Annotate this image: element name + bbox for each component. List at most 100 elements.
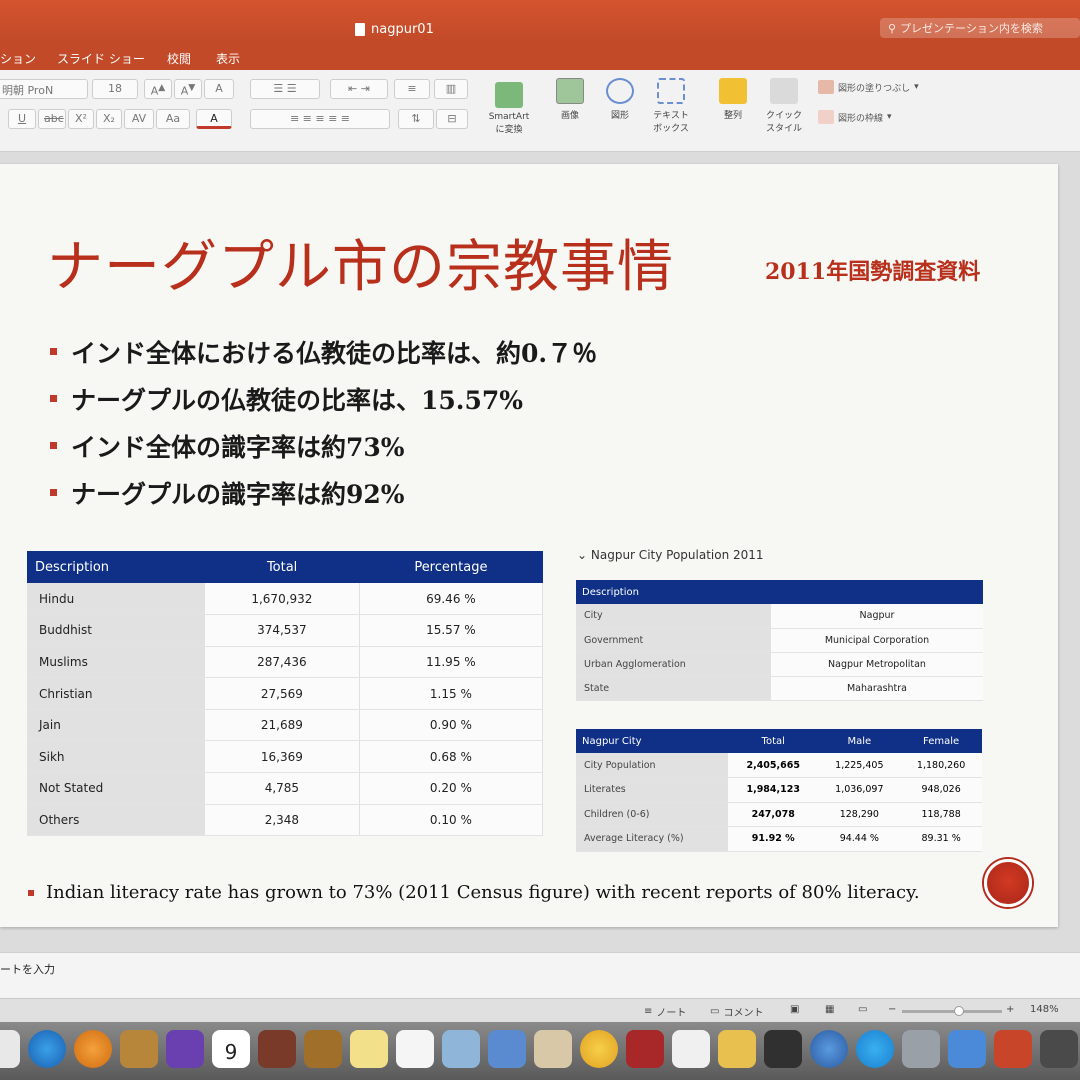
indent-button[interactable]: ⇤ ⇥ <box>330 79 388 99</box>
flower-app-icon[interactable] <box>580 1030 618 1068</box>
quick-style-button[interactable]: クイック スタイル <box>754 78 814 134</box>
grid-icon: ▦ <box>825 1004 835 1015</box>
comment-icon: ▭ <box>710 1006 720 1017</box>
bullet-list[interactable]: インド全体における仏教徒の比率は、約0.７％ ナーグプルの仏教徒の比率は、15.… <box>50 328 597 516</box>
underline-button[interactable]: U <box>8 109 36 129</box>
font-grow-button[interactable]: A▲ <box>144 79 172 99</box>
table-row: Average Literacy (%) 91.92 % 94.44 % 89.31 … <box>576 826 982 852</box>
photos-icon[interactable] <box>534 1030 572 1068</box>
stickies-icon[interactable] <box>350 1030 388 1068</box>
font-name-select[interactable]: 明朝 ProN <box>0 79 88 99</box>
subscript-button[interactable]: X₂ <box>96 109 122 129</box>
footnote[interactable]: Indian literacy rate has grown to 73% (2… <box>28 882 920 903</box>
table-row: Muslims 287,436 11.95 % <box>27 646 544 679</box>
line-spacing-button[interactable]: ≡ <box>394 79 430 99</box>
table-cell: 374,537 <box>205 614 360 647</box>
table-cell: Muslims <box>27 646 205 679</box>
religion-table[interactable]: Description Total Percentage Hindu 1,670,… <box>27 551 544 837</box>
zoom-in-button[interactable]: + <box>1006 1004 1014 1015</box>
zoom-level[interactable]: 148% <box>1030 1004 1059 1015</box>
system-icon[interactable] <box>1040 1030 1078 1068</box>
pages-icon[interactable] <box>672 1030 710 1068</box>
messenger-icon[interactable] <box>948 1030 986 1068</box>
columns-button[interactable]: ▥ <box>434 79 468 99</box>
table-row: Others 2,348 0.10 % <box>27 804 544 837</box>
table-cell: Children (0-6) <box>576 802 728 827</box>
align-text-button[interactable]: ⊟ <box>436 109 468 129</box>
table-cell: 128,290 <box>818 802 901 827</box>
tab-slideshow[interactable]: スライド ショー <box>57 50 145 67</box>
table-cell: Urban Agglomeration <box>576 652 771 677</box>
preview-icon[interactable] <box>442 1030 480 1068</box>
red-circle-shape[interactable] <box>984 859 1032 907</box>
notes-pane[interactable]: ートを入力 <box>0 952 1080 998</box>
table-cell: 1,225,405 <box>818 753 901 778</box>
strikethrough-button[interactable]: abc <box>38 109 66 129</box>
notes-toggle-button[interactable]: ≡ ノート <box>644 1004 686 1019</box>
shape-fill-button[interactable]: 図形の塗りつぶし ▾ <box>818 80 919 94</box>
table-cell: 4,785 <box>205 772 360 805</box>
font-shrink-button[interactable]: A▼ <box>174 79 202 99</box>
picture-icon <box>556 78 584 104</box>
table-row: State Maharashtra <box>576 676 983 701</box>
search-input[interactable]: ⚲ プレゼンテーション内を検索 <box>880 18 1080 38</box>
shape-icon <box>606 78 634 104</box>
notebook-icon[interactable] <box>120 1030 158 1068</box>
city-population-table[interactable]: Nagpur City Total Male Female City Popul… <box>576 729 982 852</box>
tab-review[interactable]: 校閲 <box>167 50 191 67</box>
table-cell: 948,026 <box>900 777 982 803</box>
powerpoint-icon[interactable] <box>994 1030 1032 1068</box>
archive-icon[interactable] <box>488 1030 526 1068</box>
slide-title[interactable]: ナーグプル市の宗教事情 <box>47 222 674 303</box>
tab-view[interactable]: 表示 <box>216 50 240 67</box>
text-direction-button[interactable]: ⇅ <box>398 109 434 129</box>
safari-icon[interactable] <box>28 1030 66 1068</box>
dock: 9 <box>0 1022 1080 1080</box>
clear-format-button[interactable]: A <box>204 79 234 99</box>
bullets-button[interactable]: ☰ ☰ <box>250 79 320 99</box>
tab-animation[interactable]: ション <box>0 50 36 67</box>
table-cell: Jain <box>27 709 205 742</box>
photo-booth-icon[interactable] <box>258 1030 296 1068</box>
zoom-slider-knob[interactable] <box>954 1006 964 1016</box>
title-bar: nagpur01 ⚲ プレゼンテーション内を検索 <box>0 0 1080 42</box>
smartart-button[interactable]: SmartArt に変換 <box>479 82 539 135</box>
table-cell: 21,689 <box>205 709 360 742</box>
slideshow-button[interactable]: ▭ <box>858 1004 867 1015</box>
music-icon[interactable] <box>0 1030 20 1068</box>
keynote-icon[interactable] <box>718 1030 756 1068</box>
change-case-button[interactable]: Aa <box>156 109 190 129</box>
dictionary-icon[interactable] <box>626 1030 664 1068</box>
font-size-select[interactable]: 18 <box>92 79 138 99</box>
zoom-slider[interactable] <box>902 1006 1002 1016</box>
city-info-table[interactable]: Description City Nagpur Government Municip… <box>576 580 983 701</box>
superscript-button[interactable]: X² <box>68 109 94 129</box>
garageband-guitar-icon[interactable] <box>304 1030 342 1068</box>
calendar-icon[interactable]: 9 <box>212 1030 250 1068</box>
document-icon <box>355 23 365 36</box>
textbox-button[interactable]: テキスト ボックス <box>641 78 701 134</box>
slide-subtitle[interactable]: 2011年国勢調査資料 <box>765 254 980 286</box>
normal-view-button[interactable]: ▣ <box>790 1004 799 1015</box>
textedit-icon[interactable] <box>396 1030 434 1068</box>
books-icon[interactable] <box>74 1030 112 1068</box>
align-buttons[interactable]: ≡ ≡ ≡ ≡ ≡ <box>250 109 390 129</box>
zoom-out-button[interactable]: − <box>888 1004 896 1015</box>
quick-style-icon <box>770 78 798 104</box>
font-color-button[interactable]: A <box>196 109 232 129</box>
dvd-player-icon[interactable] <box>810 1030 848 1068</box>
finalcut-icon[interactable] <box>764 1030 802 1068</box>
slide-sorter-button[interactable]: ▦ <box>825 1004 834 1015</box>
slide[interactable]: ナーグプル市の宗教事情 2011年国勢調査資料 インド全体における仏教徒の比率は… <box>0 164 1058 927</box>
char-spacing-button[interactable]: AV <box>124 109 154 129</box>
comments-toggle-button[interactable]: ▭ コメント <box>710 1004 763 1019</box>
shape-outline-button[interactable]: 図形の枠線 ▾ <box>818 110 892 124</box>
skype-icon[interactable] <box>856 1030 894 1068</box>
textbox-icon <box>657 78 685 104</box>
disk-utility-icon[interactable] <box>902 1030 940 1068</box>
table-cell: 1,180,260 <box>900 753 982 778</box>
table-cell: Christian <box>27 677 205 710</box>
table-cell: 15.57 % <box>359 614 544 647</box>
imovie-star-icon[interactable] <box>166 1030 204 1068</box>
table-row: Literates 1,984,123 1,036,097 948,026 <box>576 777 982 803</box>
